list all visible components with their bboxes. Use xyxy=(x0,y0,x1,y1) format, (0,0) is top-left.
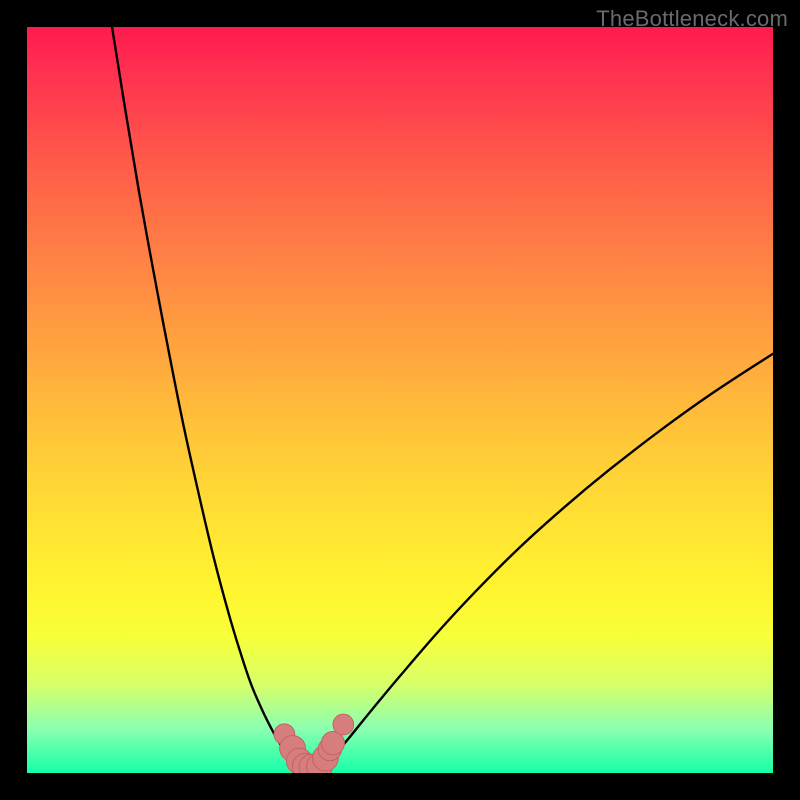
right-curve xyxy=(323,354,773,766)
valley-markers xyxy=(274,714,354,773)
curve-group xyxy=(112,27,773,770)
left-curve xyxy=(112,27,301,766)
valley-marker xyxy=(333,714,354,735)
bottleneck-chart xyxy=(27,27,773,773)
chart-frame xyxy=(27,27,773,773)
watermark-text: TheBottleneck.com xyxy=(596,6,788,32)
